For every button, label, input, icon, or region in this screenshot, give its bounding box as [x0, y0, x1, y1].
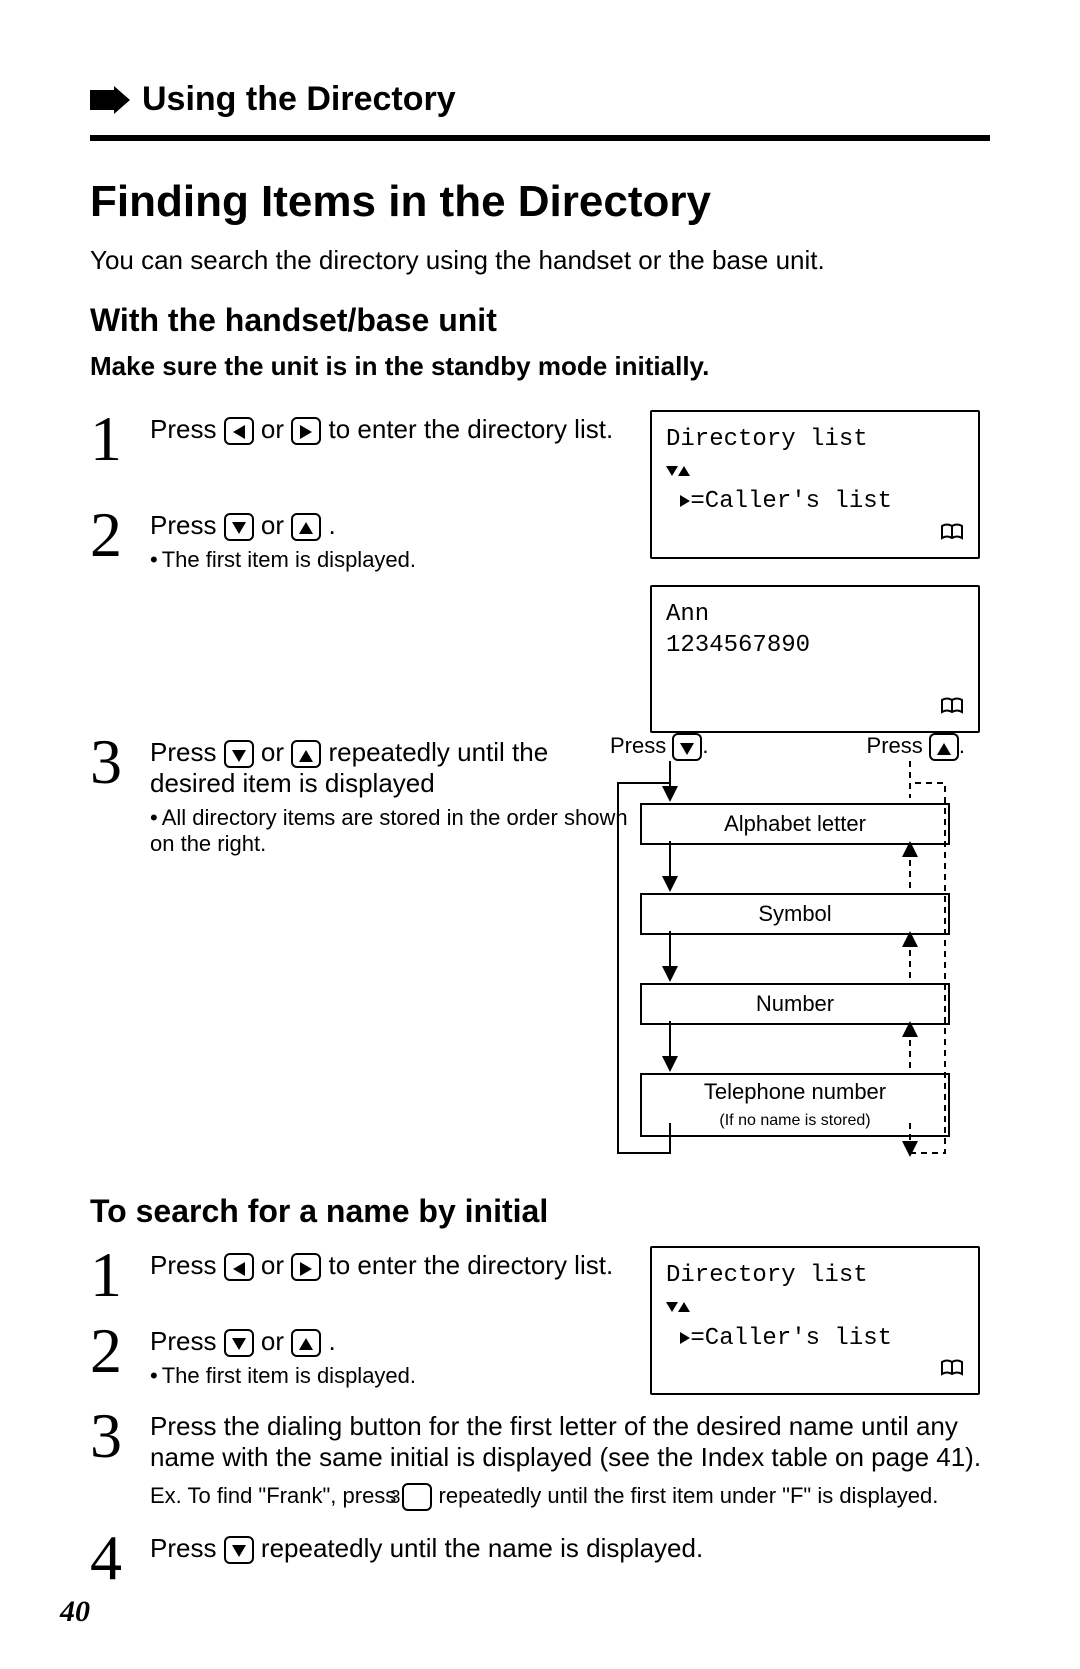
- down-key-icon: [224, 1329, 254, 1357]
- up-key-icon: [291, 740, 321, 768]
- lcd-line: 1234567890: [666, 630, 964, 661]
- left-key-icon: [224, 417, 254, 445]
- key-3-icon: 3: [402, 1483, 432, 1511]
- down-key-icon: [672, 733, 702, 761]
- step-number: 3: [90, 1407, 150, 1465]
- text: or: [261, 1326, 291, 1356]
- up-triangle-icon: [678, 1302, 690, 1312]
- right-triangle-icon: [680, 495, 690, 507]
- text: or: [261, 1250, 291, 1280]
- example-text: Ex. To find "Frank", press 3 repeatedly …: [150, 1483, 990, 1511]
- step-number: 3: [90, 733, 150, 791]
- text: or: [261, 737, 291, 767]
- text: Press: [150, 1326, 224, 1356]
- step-subnote: All directory items are stored in the or…: [150, 805, 630, 857]
- intro-text: You can search the directory using the h…: [90, 245, 990, 276]
- lcd-text: =Caller's list: [690, 488, 892, 515]
- press-up-label: Press .: [867, 733, 965, 761]
- section1-heading: With the handset/base unit: [90, 302, 990, 339]
- text: repeatedly until the name is displayed.: [261, 1533, 703, 1563]
- text: Press: [150, 737, 224, 767]
- lcd-screen-3: Directory list =Caller's list: [650, 1246, 980, 1395]
- text: Press: [150, 510, 224, 540]
- text: Press: [150, 414, 224, 444]
- chapter-title: Using the Directory: [142, 80, 456, 119]
- step-2: 2 Press or . The first item is displayed…: [90, 506, 630, 573]
- lcd-screen-1: Directory list =Caller's list: [650, 410, 980, 559]
- lcd-text: =Caller's list: [690, 1325, 892, 1352]
- diagram-box-number: Number: [640, 983, 950, 1025]
- left-key-icon: [224, 1253, 254, 1281]
- text: Press: [150, 1533, 224, 1563]
- step-number: 2: [90, 1322, 150, 1380]
- page-title: Finding Items in the Directory: [90, 177, 990, 227]
- text: Press the dialing button for the first l…: [150, 1411, 990, 1473]
- book-icon: [940, 1359, 964, 1377]
- text: to enter the directory list.: [329, 1250, 614, 1280]
- lcd-line: Directory list: [666, 1260, 964, 1291]
- chapter-header: Using the Directory: [90, 80, 990, 129]
- section2-heading: To search for a name by initial: [90, 1193, 990, 1230]
- standby-note: Make sure the unit is in the standby mod…: [90, 351, 990, 382]
- text: to enter the directory list.: [329, 414, 614, 444]
- step-3: 3 Press or repeatedly until the desired …: [90, 733, 630, 857]
- text: or: [261, 510, 291, 540]
- down-triangle-icon: [666, 1302, 678, 1312]
- sec2-step-3: 3 Press the dialing button for the first…: [90, 1407, 990, 1511]
- text: .: [329, 1326, 336, 1356]
- down-key-icon: [224, 740, 254, 768]
- divider: [90, 135, 990, 141]
- step-subnote: The first item is displayed.: [150, 547, 630, 573]
- lcd-line: Directory list: [666, 424, 964, 455]
- down-key-icon: [224, 1536, 254, 1564]
- down-key-icon: [224, 513, 254, 541]
- up-key-icon: [291, 1329, 321, 1357]
- press-down-label: Press .: [610, 733, 708, 761]
- step-number: 4: [90, 1529, 150, 1587]
- step-subnote: The first item is displayed.: [150, 1363, 630, 1389]
- book-icon: [940, 697, 964, 715]
- right-key-icon: [291, 417, 321, 445]
- right-triangle-icon: [680, 1332, 690, 1344]
- lcd-line: Ann: [666, 599, 964, 630]
- sec2-step-4: 4 Press repeatedly until the name is dis…: [90, 1529, 990, 1587]
- diagram-box-tel: Telephone number (If no name is stored): [640, 1073, 950, 1137]
- diagram-box-alphabet: Alphabet letter: [640, 803, 950, 845]
- sec2-step-1: 1 Press or to enter the directory list.: [90, 1246, 630, 1304]
- text: .: [329, 510, 336, 540]
- lcd-screen-2: Ann 1234567890: [650, 585, 980, 734]
- sort-order-diagram: Press . Press . Alphabet letter Symbol N…: [610, 733, 950, 1173]
- chapter-arrow-icon: [90, 86, 130, 114]
- step-1: 1 Press or to enter the directory list.: [90, 410, 630, 468]
- sec2-step-2: 2 Press or . The first item is displayed…: [90, 1322, 630, 1389]
- diagram-box-symbol: Symbol: [640, 893, 950, 935]
- step-number: 2: [90, 506, 150, 564]
- down-triangle-icon: [666, 466, 678, 476]
- step-number: 1: [90, 410, 150, 468]
- up-key-icon: [291, 513, 321, 541]
- page-number: 40: [60, 1595, 90, 1629]
- book-icon: [940, 523, 964, 541]
- text: Press: [150, 1250, 224, 1280]
- right-key-icon: [291, 1253, 321, 1281]
- up-triangle-icon: [678, 466, 690, 476]
- text: or: [261, 414, 291, 444]
- up-key-icon: [929, 733, 959, 761]
- step-number: 1: [90, 1246, 150, 1304]
